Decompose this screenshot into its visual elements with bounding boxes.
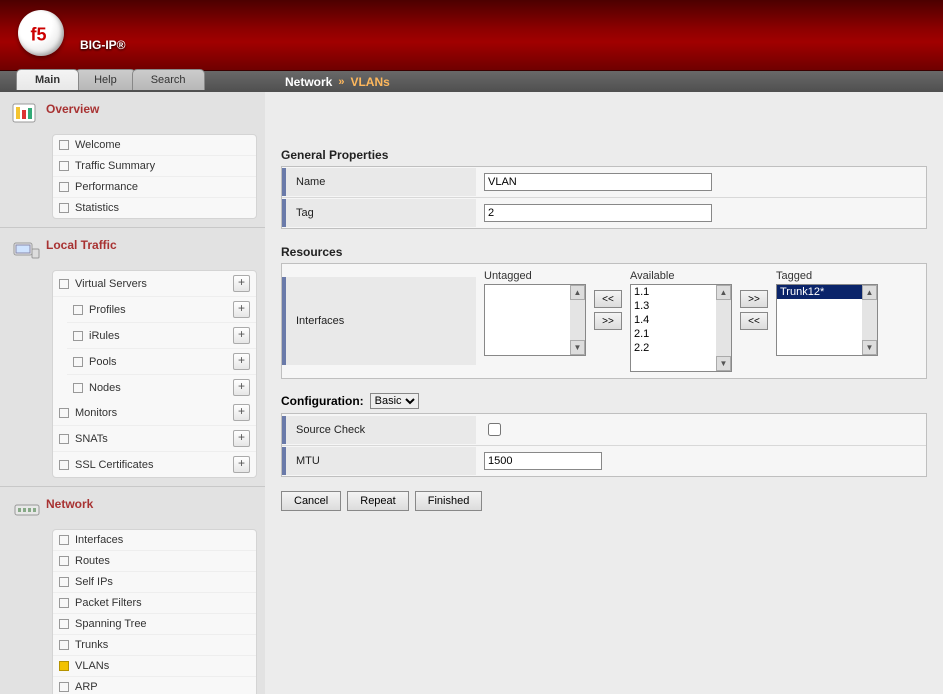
sidebar-item-profiles[interactable]: Profiles+	[67, 297, 256, 323]
breadcrumb-level1[interactable]: Network	[285, 75, 332, 89]
available-label: Available	[630, 270, 732, 282]
general-properties-heading: General Properties	[281, 148, 927, 162]
mtu-input[interactable]	[484, 452, 602, 470]
sidebar-item-trunks[interactable]: Trunks	[53, 635, 256, 656]
overview-title: Overview	[46, 98, 99, 116]
source-check-checkbox[interactable]	[488, 423, 501, 436]
add-icon[interactable]: +	[233, 430, 250, 447]
sidebar-item-traffic-summary[interactable]: Traffic Summary	[53, 156, 256, 177]
product-title: BIG-IP®	[80, 38, 126, 52]
cancel-button[interactable]: Cancel	[281, 491, 341, 511]
add-icon[interactable]: +	[233, 301, 250, 318]
sidebar-item-routes[interactable]: Routes	[53, 551, 256, 572]
breadcrumb-level2[interactable]: VLANs	[350, 75, 389, 89]
sidebar-item-virtual-servers[interactable]: Virtual Servers+	[53, 271, 256, 297]
move-to-untagged-button[interactable]: <<	[594, 290, 622, 308]
tab-main[interactable]: Main	[16, 69, 79, 90]
move-from-untagged-button[interactable]: >>	[594, 312, 622, 330]
sidebar-item-self-ips[interactable]: Self IPs	[53, 572, 256, 593]
name-label: Name	[282, 168, 476, 196]
sidebar-item-irules[interactable]: iRules+	[67, 323, 256, 349]
add-icon[interactable]: +	[233, 327, 250, 344]
interfaces-label: Interfaces	[282, 277, 476, 365]
local-traffic-icon	[8, 234, 46, 266]
scroll-up-icon[interactable]: ▲	[570, 285, 585, 300]
sidebar-item-statistics[interactable]: Statistics	[53, 198, 256, 218]
sidebar-item-ssl-certificates[interactable]: SSL Certificates+	[53, 452, 256, 477]
breadcrumb-sep: »	[338, 76, 344, 88]
svg-text:f5: f5	[31, 25, 47, 45]
add-icon[interactable]: +	[233, 275, 250, 292]
sidebar-item-pools[interactable]: Pools+	[67, 349, 256, 375]
sidebar-group-overview: Overview WelcomeTraffic SummaryPerforman…	[0, 92, 265, 228]
tagged-label: Tagged	[776, 270, 878, 282]
sidebar-item-vlans[interactable]: VLANs	[53, 656, 256, 677]
source-check-label: Source Check	[282, 416, 476, 444]
sidebar-item-interfaces[interactable]: Interfaces	[53, 530, 256, 551]
untagged-listbox[interactable]: ▲▼	[484, 284, 586, 356]
tab-search[interactable]: Search	[132, 69, 205, 90]
sidebar-item-spanning-tree[interactable]: Spanning Tree	[53, 614, 256, 635]
network-title: Network	[46, 493, 93, 511]
configuration-select[interactable]: Basic	[370, 393, 419, 409]
breadcrumb: Network » VLANs	[265, 71, 390, 93]
sidebar-item-packet-filters[interactable]: Packet Filters	[53, 593, 256, 614]
scroll-up-icon[interactable]: ▲	[862, 285, 877, 300]
untagged-label: Untagged	[484, 270, 586, 282]
move-to-tagged-button[interactable]: >>	[740, 290, 768, 308]
general-properties-box: Name Tag	[281, 166, 927, 229]
tag-label: Tag	[282, 199, 476, 227]
resources-heading: Resources	[281, 245, 927, 259]
sidebar-item-welcome[interactable]: Welcome	[53, 135, 256, 156]
content-pane: General Properties Name Tag Resources In…	[265, 92, 943, 694]
name-input[interactable]	[484, 173, 712, 191]
configuration-label: Configuration:	[281, 394, 364, 408]
add-icon[interactable]: +	[233, 379, 250, 396]
sidebar-group-local-traffic: Local Traffic Virtual Servers+Profiles+i…	[0, 228, 265, 487]
configuration-box: Source Check MTU	[281, 413, 927, 477]
tab-help[interactable]: Help	[75, 69, 136, 90]
sidebar: Overview WelcomeTraffic SummaryPerforman…	[0, 92, 265, 694]
f5-logo: f5	[18, 10, 64, 56]
resources-box: Interfaces Untagged ▲▼ << >>	[281, 263, 927, 379]
sidebar-item-arp[interactable]: ARP	[53, 677, 256, 694]
brand-bar: f5 BIG-IP®	[0, 0, 943, 71]
tab-row: Main Help Search Network » VLANs	[0, 71, 943, 94]
tag-input[interactable]	[484, 204, 712, 222]
scroll-down-icon[interactable]: ▼	[862, 340, 877, 355]
configuration-line: Configuration: Basic	[281, 393, 927, 409]
move-from-tagged-button[interactable]: <<	[740, 312, 768, 330]
sidebar-group-network: Network InterfacesRoutesSelf IPsPacket F…	[0, 487, 265, 694]
overview-icon	[8, 98, 46, 130]
sidebar-item-snats[interactable]: SNATs+	[53, 426, 256, 452]
sidebar-item-performance[interactable]: Performance	[53, 177, 256, 198]
sidebar-item-monitors[interactable]: Monitors+	[53, 400, 256, 426]
network-icon	[8, 493, 46, 525]
scroll-up-icon[interactable]: ▲	[716, 285, 731, 300]
sidebar-item-nodes[interactable]: Nodes+	[67, 375, 256, 400]
scroll-down-icon[interactable]: ▼	[716, 356, 731, 371]
add-icon[interactable]: +	[233, 456, 250, 473]
mtu-label: MTU	[282, 447, 476, 475]
add-icon[interactable]: +	[233, 353, 250, 370]
add-icon[interactable]: +	[233, 404, 250, 421]
repeat-button[interactable]: Repeat	[347, 491, 408, 511]
local-traffic-title: Local Traffic	[46, 234, 117, 252]
available-listbox[interactable]: 1.11.31.42.12.2▲▼	[630, 284, 732, 372]
finished-button[interactable]: Finished	[415, 491, 483, 511]
scroll-down-icon[interactable]: ▼	[570, 340, 585, 355]
tagged-listbox[interactable]: Trunk12*▲▼	[776, 284, 878, 356]
